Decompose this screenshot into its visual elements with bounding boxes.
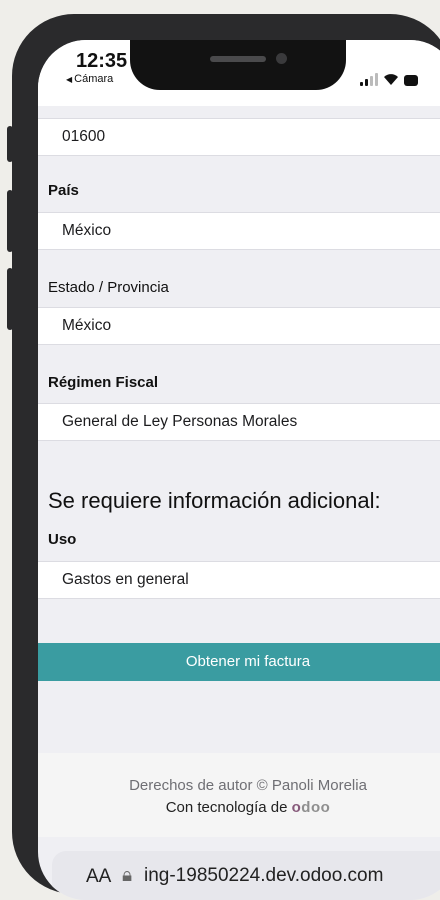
state-select[interactable]: México (38, 307, 440, 345)
powered-by-text: Con tecnología de (165, 799, 288, 816)
back-app-label: Cámara (74, 73, 114, 85)
state-label: Estado / Provincia (48, 279, 169, 296)
regime-select[interactable]: General de Ley Personas Morales (38, 403, 440, 441)
regime-label: Régimen Fiscal (48, 374, 159, 391)
status-icons (360, 70, 418, 86)
signal-icon (360, 73, 378, 86)
back-to-app-link[interactable]: ◀ Cámara (66, 73, 113, 85)
get-invoice-button[interactable]: Obtener mi factura (38, 643, 440, 681)
copyright-text: Derechos de autor © Panoli Morelia (129, 777, 367, 794)
notch (130, 40, 346, 90)
back-triangle-icon: ◀ (66, 75, 73, 84)
country-select[interactable]: México (38, 212, 440, 250)
odoo-logo[interactable]: odoo (292, 799, 331, 816)
status-bar: 12:35 ◀ Cámara (38, 40, 440, 106)
speaker (210, 56, 266, 62)
wifi-icon (384, 74, 398, 85)
front-camera (276, 53, 287, 64)
powered-by: Con tecnología de odoo (38, 799, 440, 816)
country-label: País (48, 182, 79, 199)
browser-address-bar[interactable]: AA 🔒︎ ing-19850224.dev.odoo.com (52, 851, 440, 900)
battery-icon (404, 75, 418, 86)
postal-code-field[interactable]: 01600 (38, 118, 440, 156)
lock-icon: 🔒︎ (122, 865, 133, 886)
phone-frame: 12:35 ◀ Cámara 01600 País México Estado /… (12, 14, 440, 900)
url-text: ing-19850224.dev.odoo.com (144, 865, 384, 886)
use-select[interactable]: Gastos en general (38, 561, 440, 599)
text-size-button[interactable]: AA (86, 866, 111, 888)
footer: Derechos de autor © Panoli Morelia Con t… (38, 753, 440, 837)
status-time: 12:35 (76, 50, 128, 72)
use-label: Uso (48, 531, 77, 548)
additional-info-heading: Se requiere información adicional: (48, 488, 381, 513)
phone-screen: 12:35 ◀ Cámara 01600 País México Estado /… (38, 40, 440, 900)
